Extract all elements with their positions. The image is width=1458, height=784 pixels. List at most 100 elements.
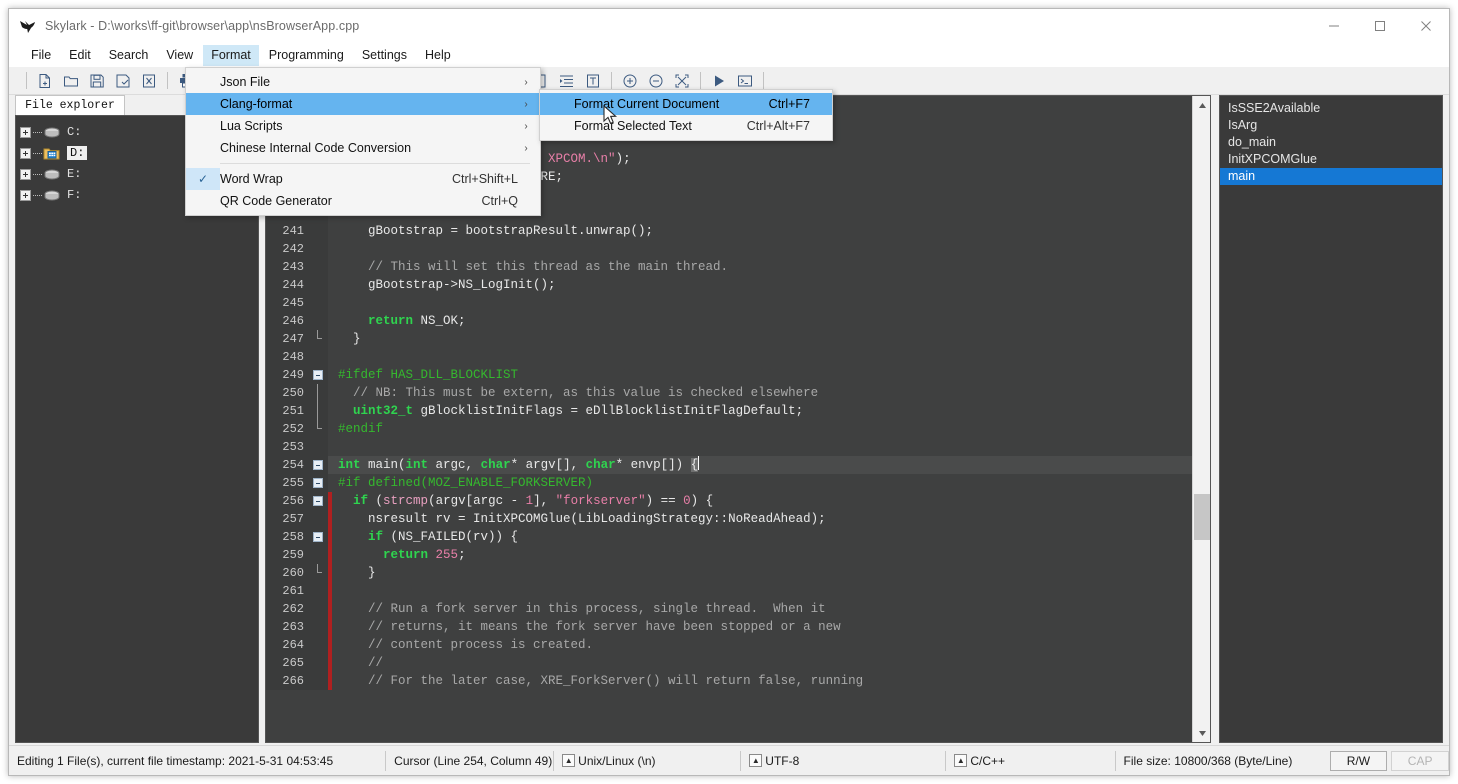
fold-column[interactable] bbox=[310, 222, 328, 240]
fold-column[interactable] bbox=[310, 636, 328, 654]
fold-column[interactable] bbox=[310, 312, 328, 330]
menu-item-chinese-internal-code-conversion[interactable]: Chinese Internal Code Conversion › bbox=[186, 137, 540, 159]
code-text[interactable]: #if defined(MOZ_ENABLE_FORKSERVER) bbox=[332, 474, 1192, 492]
menu-help[interactable]: Help bbox=[417, 45, 459, 66]
clang-format-submenu[interactable]: Format Current Document Ctrl+F7 Format Sel… bbox=[539, 89, 833, 141]
menu-item-clang-format[interactable]: Clang-format › bbox=[186, 93, 540, 115]
function-list-panel[interactable]: IsSSE2Available IsArg do_main InitXPCOMGlue… bbox=[1219, 95, 1443, 743]
code-line[interactable]: 262 // Run a fork server in this process… bbox=[266, 600, 1192, 618]
menu-file[interactable]: File bbox=[23, 45, 59, 66]
code-text[interactable]: } bbox=[332, 330, 1192, 348]
function-list-item[interactable]: IsSSE2Available bbox=[1220, 100, 1442, 117]
code-line[interactable]: 250 // NB: This must be extern, as this … bbox=[266, 384, 1192, 402]
code-text[interactable]: return NS_OK; bbox=[332, 312, 1192, 330]
code-line[interactable]: 256 if (strcmp(argv[argc - 1], "forkserv… bbox=[266, 492, 1192, 510]
code-text[interactable]: if (NS_FAILED(rv)) { bbox=[332, 528, 1192, 546]
function-list-item[interactable]: IsArg bbox=[1220, 117, 1442, 134]
code-text[interactable]: gBootstrap = bootstrapResult.unwrap(); bbox=[332, 222, 1192, 240]
code-text[interactable]: // content process is created. bbox=[332, 636, 1192, 654]
code-line[interactable]: 245 bbox=[266, 294, 1192, 312]
code-line[interactable]: 249 #ifdef HAS_DLL_BLOCKLIST bbox=[266, 366, 1192, 384]
code-text[interactable]: } bbox=[332, 564, 1192, 582]
scrollbar-thumb[interactable] bbox=[1194, 494, 1210, 540]
status-cursor[interactable]: Cursor (Line 254, Column 49) bbox=[385, 750, 553, 771]
fold-column[interactable] bbox=[310, 510, 328, 528]
fold-column[interactable] bbox=[310, 672, 328, 690]
code-text[interactable]: nsresult rv = InitXPCOMGlue(LibLoadingSt… bbox=[332, 510, 1192, 528]
code-line[interactable]: 247 } bbox=[266, 330, 1192, 348]
expand-icon[interactable] bbox=[20, 126, 31, 138]
status-eol[interactable]: ▲ Unix/Linux (\n) bbox=[553, 750, 740, 771]
code-line[interactable]: 252 #endif bbox=[266, 420, 1192, 438]
tab-file-explorer[interactable]: File explorer bbox=[15, 95, 125, 115]
fold-column[interactable] bbox=[310, 240, 328, 258]
code-line[interactable]: 255 #if defined(MOZ_ENABLE_FORKSERVER) bbox=[266, 474, 1192, 492]
fold-column[interactable] bbox=[310, 402, 328, 420]
code-line[interactable]: 266 // For the later case, XRE_ForkServe… bbox=[266, 672, 1192, 690]
code-text[interactable]: #endif bbox=[332, 420, 1192, 438]
fold-column[interactable] bbox=[310, 420, 328, 438]
menu-edit[interactable]: Edit bbox=[61, 45, 99, 66]
menu-item-qr-code-generator[interactable]: QR Code Generator Ctrl+Q bbox=[186, 190, 540, 212]
status-readwrite-button[interactable]: R/W bbox=[1329, 750, 1388, 771]
code-text[interactable]: return 255; bbox=[332, 546, 1192, 564]
code-line[interactable]: 242 bbox=[266, 240, 1192, 258]
function-list-item[interactable]: main bbox=[1220, 168, 1442, 185]
menu-item-format-current-document[interactable]: Format Current Document Ctrl+F7 bbox=[540, 93, 832, 115]
code-line[interactable]: 253 bbox=[266, 438, 1192, 456]
code-text[interactable]: // This will set this thread as the main… bbox=[332, 258, 1192, 276]
code-line[interactable]: 265 // bbox=[266, 654, 1192, 672]
fold-column[interactable] bbox=[310, 348, 328, 366]
fold-column[interactable] bbox=[310, 618, 328, 636]
save-as-icon[interactable] bbox=[112, 70, 134, 92]
menu-item-format-selected-text[interactable]: Format Selected Text Ctrl+Alt+F7 bbox=[540, 115, 832, 137]
menu-item-lua-scripts[interactable]: Lua Scripts › bbox=[186, 115, 540, 137]
fold-column[interactable] bbox=[310, 654, 328, 672]
expand-icon[interactable] bbox=[20, 168, 31, 180]
fold-collapse-icon[interactable] bbox=[313, 532, 323, 542]
fold-column[interactable] bbox=[310, 438, 328, 456]
function-list-item[interactable]: do_main bbox=[1220, 134, 1442, 151]
code-line[interactable]: 264 // content process is created. bbox=[266, 636, 1192, 654]
menu-search[interactable]: Search bbox=[101, 45, 157, 66]
fold-collapse-icon[interactable] bbox=[313, 496, 323, 506]
code-line[interactable]: 244 gBootstrap->NS_LogInit(); bbox=[266, 276, 1192, 294]
fold-collapse-icon[interactable] bbox=[313, 460, 323, 470]
menu-item-json-file[interactable]: Json File › bbox=[186, 71, 540, 93]
code-text[interactable]: // For the later case, XRE_ForkServer() … bbox=[332, 672, 1192, 690]
code-line[interactable]: 257 nsresult rv = InitXPCOMGlue(LibLoadi… bbox=[266, 510, 1192, 528]
expand-icon[interactable] bbox=[20, 147, 31, 159]
code-text[interactable]: int main(int argc, char* argv[], char* e… bbox=[332, 456, 1192, 474]
fold-column[interactable] bbox=[310, 384, 328, 402]
save-icon[interactable] bbox=[86, 70, 108, 92]
fold-column[interactable] bbox=[310, 276, 328, 294]
code-line[interactable]: 261 bbox=[266, 582, 1192, 600]
open-folder-icon[interactable] bbox=[60, 70, 82, 92]
menu-programming[interactable]: Programming bbox=[261, 45, 352, 66]
fold-column[interactable] bbox=[310, 492, 328, 510]
scroll-down-icon[interactable] bbox=[1193, 724, 1210, 742]
code-text[interactable]: // bbox=[332, 654, 1192, 672]
fold-column[interactable] bbox=[310, 546, 328, 564]
menu-view[interactable]: View bbox=[158, 45, 201, 66]
fold-column[interactable] bbox=[310, 294, 328, 312]
close-icon[interactable] bbox=[1403, 9, 1449, 43]
code-line[interactable]: 258 if (NS_FAILED(rv)) { bbox=[266, 528, 1192, 546]
fold-column[interactable] bbox=[310, 582, 328, 600]
maximize-icon[interactable] bbox=[1357, 9, 1403, 43]
fold-collapse-icon[interactable] bbox=[313, 370, 323, 380]
code-line[interactable]: 241 gBootstrap = bootstrapResult.unwrap(… bbox=[266, 222, 1192, 240]
status-encoding[interactable]: ▲ UTF-8 bbox=[740, 750, 945, 771]
format-dropdown-menu[interactable]: Json File › Clang-format › Lua Scripts › Chine… bbox=[185, 67, 541, 216]
close-file-icon[interactable] bbox=[138, 70, 160, 92]
minimize-icon[interactable] bbox=[1311, 9, 1357, 43]
new-file-icon[interactable] bbox=[34, 70, 56, 92]
code-line[interactable]: 248 bbox=[266, 348, 1192, 366]
fold-column[interactable] bbox=[310, 528, 328, 546]
code-text[interactable]: // NB: This must be extern, as this valu… bbox=[332, 384, 1192, 402]
function-list-item[interactable]: InitXPCOMGlue bbox=[1220, 151, 1442, 168]
code-text[interactable]: gBootstrap->NS_LogInit(); bbox=[332, 276, 1192, 294]
fold-collapse-icon[interactable] bbox=[313, 478, 323, 488]
menu-format[interactable]: Format bbox=[203, 44, 259, 66]
expand-icon[interactable] bbox=[20, 189, 31, 201]
